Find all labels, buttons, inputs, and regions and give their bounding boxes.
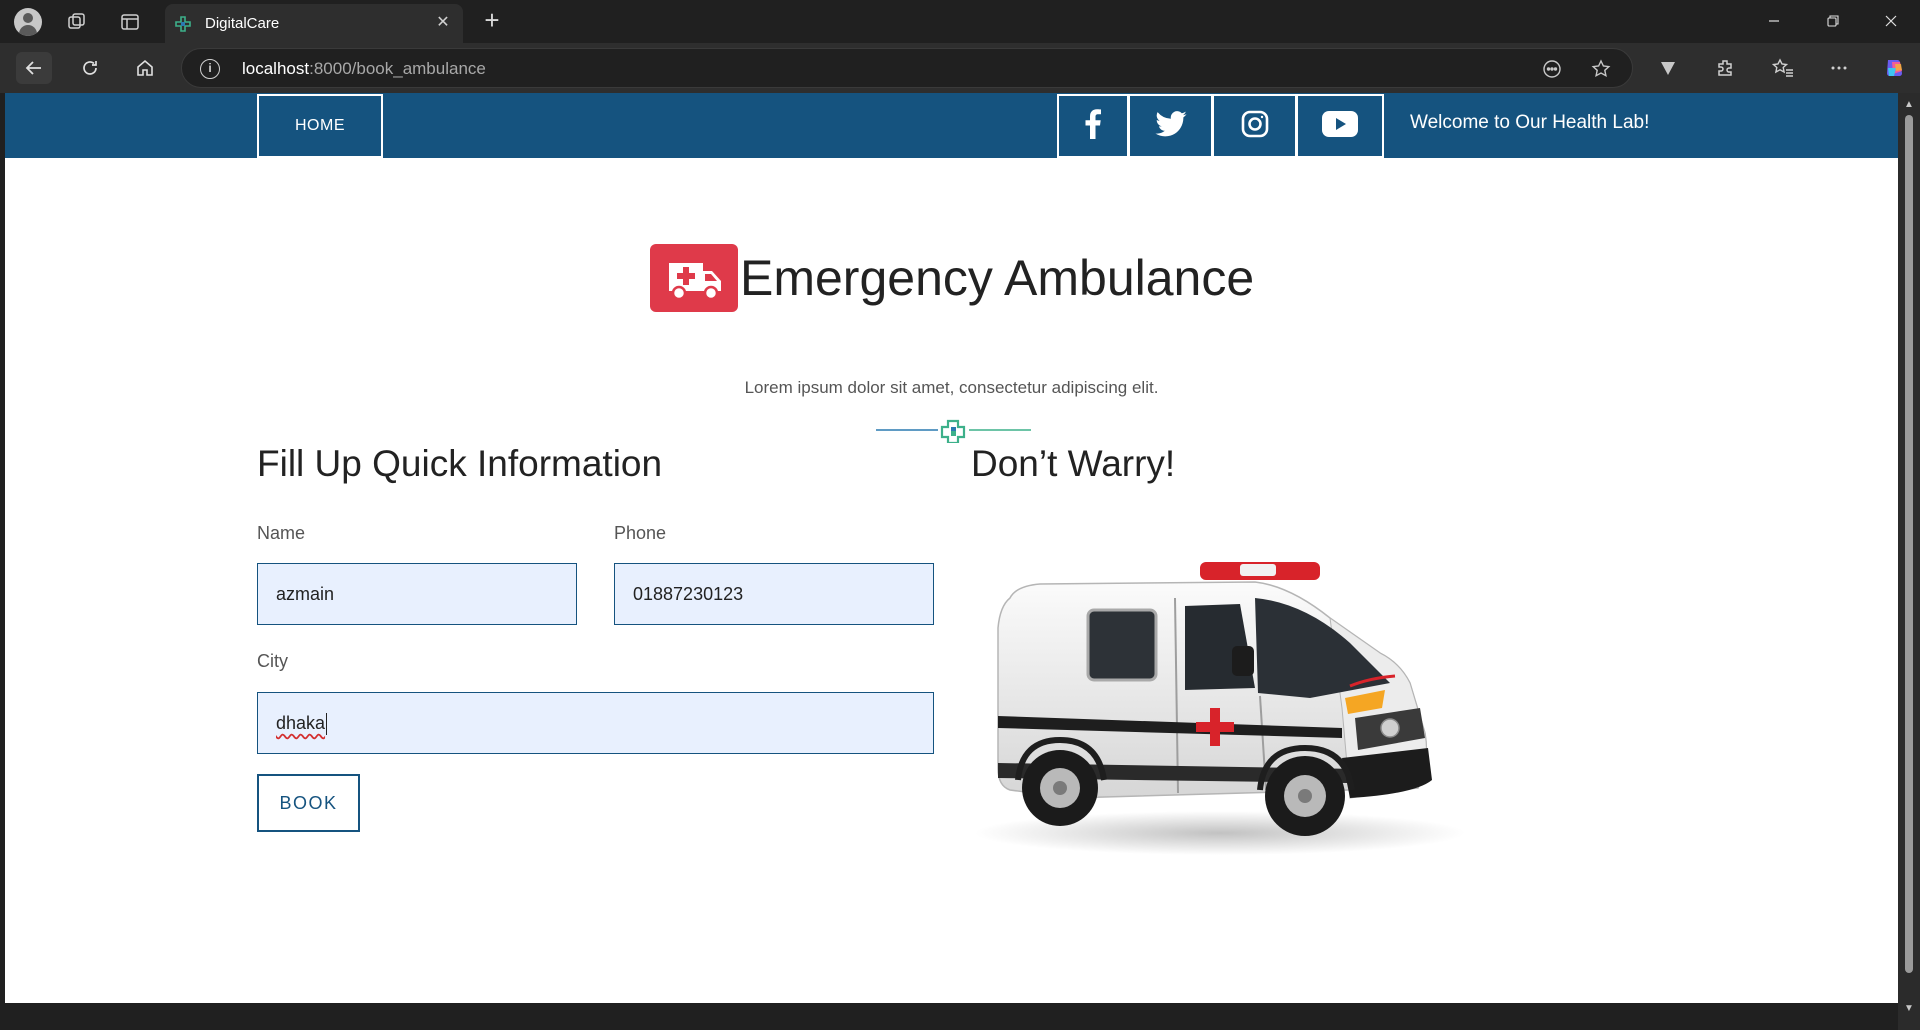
reading-mode-icon[interactable] [1540, 57, 1564, 81]
vertical-tabs-icon[interactable] [117, 9, 143, 35]
url-text[interactable]: localhost:8000/book_ambulance [242, 59, 486, 79]
scroll-thumb[interactable] [1905, 115, 1913, 973]
city-label: City [257, 651, 288, 671]
phone-field[interactable]: 01887230123 [614, 563, 934, 625]
welcome-text: Welcome to Our Health Lab! [1410, 112, 1650, 133]
page-viewport: HOME Welcome to Our Health Lab! Emergenc… [5, 93, 1898, 1003]
instagram-link[interactable] [1212, 94, 1297, 158]
page-title: Emergency Ambulance [740, 250, 1255, 306]
form-heading: Fill Up Quick Information [257, 443, 663, 484]
text-caret [326, 713, 328, 736]
facebook-link[interactable] [1057, 94, 1129, 158]
minimize-icon[interactable] [1752, 6, 1796, 36]
browser-tab[interactable]: DigitalCare ✕ [165, 4, 463, 43]
browser-bottom-edge [0, 1003, 1898, 1030]
name-value: azmain [276, 584, 335, 604]
home-browser-button[interactable] [127, 52, 163, 84]
site-header: HOME Welcome to Our Health Lab! [5, 93, 1898, 158]
nav-home-link[interactable]: HOME [257, 94, 383, 158]
youtube-link[interactable] [1296, 94, 1384, 158]
close-window-icon[interactable] [1869, 6, 1913, 36]
copilot-icon[interactable] [1882, 55, 1908, 81]
browser-titlebar: DigitalCare ✕ + [0, 0, 1920, 43]
restore-icon[interactable] [1811, 6, 1855, 36]
city-field[interactable]: dhaka [257, 692, 934, 754]
page-subtitle: Lorem ipsum dolor sit amet, consectetur … [744, 378, 1159, 397]
twitter-link[interactable] [1128, 94, 1213, 158]
workspaces-icon[interactable] [64, 9, 90, 35]
tab-title: DigitalCare [205, 15, 280, 32]
new-tab-icon[interactable]: + [478, 7, 506, 35]
extensions-icon[interactable] [1712, 55, 1738, 81]
phone-value: 01887230123 [633, 584, 744, 604]
reload-button[interactable] [72, 52, 108, 84]
title-divider [876, 417, 1031, 445]
page-scrollbar[interactable]: ▲ ▼ [1898, 93, 1920, 1030]
more-menu-icon[interactable] [1826, 55, 1852, 81]
vpn-shield-icon[interactable] [1655, 55, 1681, 81]
browser-toolbar: i localhost:8000/book_ambulance [0, 43, 1920, 93]
site-info-icon[interactable]: i [200, 59, 220, 79]
book-button[interactable]: BOOK [257, 774, 360, 832]
phone-label: Phone [614, 523, 667, 543]
medical-cross-icon [940, 419, 966, 445]
youtube-icon [1322, 110, 1358, 142]
aside-heading: Don’t Warry! [971, 443, 1176, 484]
twitter-icon [1154, 110, 1187, 142]
city-value: dhaka [276, 713, 326, 733]
name-label: Name [257, 523, 306, 543]
title-row: Emergency Ambulance [650, 243, 1254, 313]
address-bar[interactable]: i localhost:8000/book_ambulance [181, 48, 1633, 88]
instagram-icon [1241, 110, 1269, 143]
profile-avatar-icon[interactable] [14, 8, 42, 36]
favorites-list-icon[interactable] [1770, 55, 1796, 81]
site-favicon-icon [175, 16, 191, 32]
favorite-star-icon[interactable] [1589, 57, 1613, 81]
name-field[interactable]: azmain [257, 563, 577, 625]
facebook-icon [1085, 108, 1101, 144]
scroll-up-icon[interactable]: ▲ [1903, 99, 1915, 110]
close-tab-icon[interactable]: ✕ [433, 13, 453, 33]
back-button[interactable] [16, 52, 52, 84]
ambulance-van-image [970, 558, 1475, 858]
ambulance-icon [650, 244, 738, 312]
scroll-down-icon[interactable]: ▼ [1903, 1003, 1915, 1014]
